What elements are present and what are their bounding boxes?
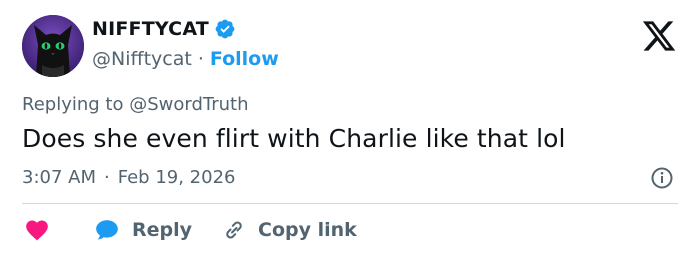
verified-badge-icon (215, 19, 235, 39)
action-bar: Reply Copy link (24, 214, 357, 246)
heart-icon (26, 220, 48, 241)
link-icon (226, 221, 242, 239)
display-name[interactable]: NIFFTYCAT (92, 18, 209, 40)
replying-to: Replying to @SwordTruth (22, 94, 249, 115)
author-name-row: NIFFTYCAT (92, 18, 236, 40)
follow-button[interactable]: Follow (210, 48, 279, 70)
replying-mention[interactable]: @SwordTruth (129, 94, 248, 115)
copy-link-label: Copy link (258, 219, 357, 241)
like-button[interactable] (24, 217, 50, 243)
tweet-time: 3:07 AM (22, 167, 96, 188)
replying-prefix: Replying to (22, 94, 124, 115)
divider (22, 203, 678, 204)
info-icon[interactable] (650, 166, 674, 190)
copy-link-button[interactable]: Copy link (192, 218, 357, 242)
avatar-cat-image (22, 15, 84, 77)
x-logo-icon[interactable] (640, 18, 678, 54)
tweet-timestamp[interactable]: 3:07 AM · Feb 19, 2026 (22, 167, 235, 188)
tweet-text: Does she even flirt with Charlie like th… (22, 124, 566, 153)
tweet-date: Feb 19, 2026 (117, 167, 236, 188)
handle[interactable]: @Nifftycat (92, 48, 192, 70)
author-handle-row: @Nifftycat · Follow (92, 48, 279, 70)
reply-bubble-icon (96, 220, 118, 240)
reply-button[interactable]: Reply (50, 217, 192, 243)
reply-label: Reply (132, 219, 193, 241)
separator: · (197, 48, 204, 70)
meta-separator: · (104, 167, 110, 188)
avatar[interactable] (22, 15, 84, 77)
